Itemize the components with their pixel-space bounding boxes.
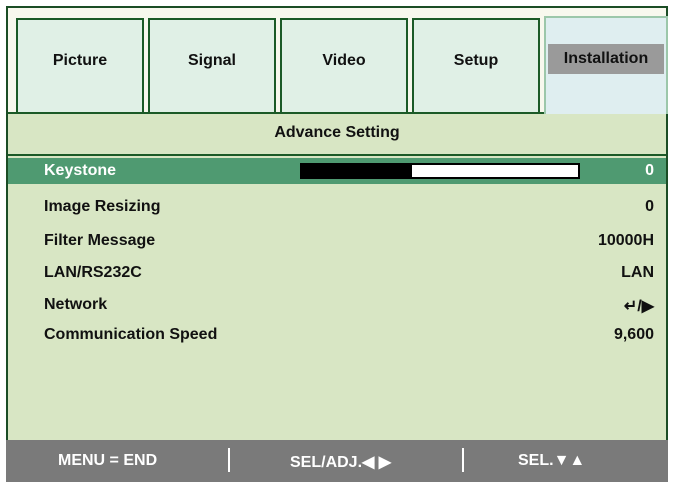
menu-window: Picture Signal Video Setup Installation …: [6, 6, 668, 440]
footer-help-bar: MENU = END SEL/ADJ.◀ ▶ SEL.▼▲: [6, 440, 668, 482]
tab-bar: Picture Signal Video Setup Installation: [8, 8, 668, 114]
settings-panel: Advance Setting Keystone 0 Image Resizin…: [8, 112, 666, 440]
keystone-label: Keystone: [44, 162, 117, 179]
tab-picture[interactable]: Picture: [16, 18, 144, 112]
communication-speed-label: Communication Speed: [44, 326, 218, 343]
footer-sel-hint: SEL.▼▲: [518, 452, 586, 469]
row-lan-rs232c[interactable]: LAN/RS232C LAN: [8, 260, 666, 286]
tab-setup[interactable]: Setup: [412, 18, 540, 112]
footer-separator: [462, 448, 464, 472]
tab-picture-label: Picture: [52, 52, 108, 69]
section-divider: [8, 154, 666, 156]
keystone-value: 0: [645, 162, 654, 179]
image-resizing-value: 0: [645, 198, 654, 215]
row-filter-message[interactable]: Filter Message 10000H: [8, 228, 666, 254]
row-image-resizing[interactable]: Image Resizing 0: [8, 194, 666, 220]
filter-message-label: Filter Message: [44, 232, 156, 249]
tab-signal[interactable]: Signal: [148, 18, 276, 112]
tab-installation[interactable]: Installation: [544, 16, 668, 114]
tab-signal-label: Signal: [187, 52, 236, 69]
row-keystone[interactable]: Keystone 0: [8, 158, 666, 184]
communication-speed-value: 9,600: [613, 326, 654, 343]
footer-separator: [228, 448, 230, 472]
image-resizing-label: Image Resizing: [44, 198, 161, 215]
tab-setup-label: Setup: [453, 52, 499, 69]
keystone-slider[interactable]: [300, 163, 580, 179]
tab-video-label: Video: [322, 52, 366, 69]
row-network[interactable]: Network ↵/▶: [8, 292, 666, 318]
network-enter-icon: ↵/▶: [623, 298, 654, 315]
footer-sel-adj-hint: SEL/ADJ.◀ ▶: [290, 454, 392, 471]
tab-installation-label: Installation: [548, 44, 664, 74]
lan-rs232c-value: LAN: [621, 264, 654, 281]
footer-menu-hint: MENU = END: [58, 452, 158, 469]
row-communication-speed[interactable]: Communication Speed 9,600: [8, 322, 666, 348]
filter-message-value: 10000H: [597, 232, 654, 249]
tab-video[interactable]: Video: [280, 18, 408, 112]
lan-rs232c-label: LAN/RS232C: [44, 264, 142, 281]
network-label: Network: [44, 296, 108, 313]
keystone-slider-fill: [302, 165, 413, 177]
section-title: Advance Setting: [274, 124, 400, 141]
